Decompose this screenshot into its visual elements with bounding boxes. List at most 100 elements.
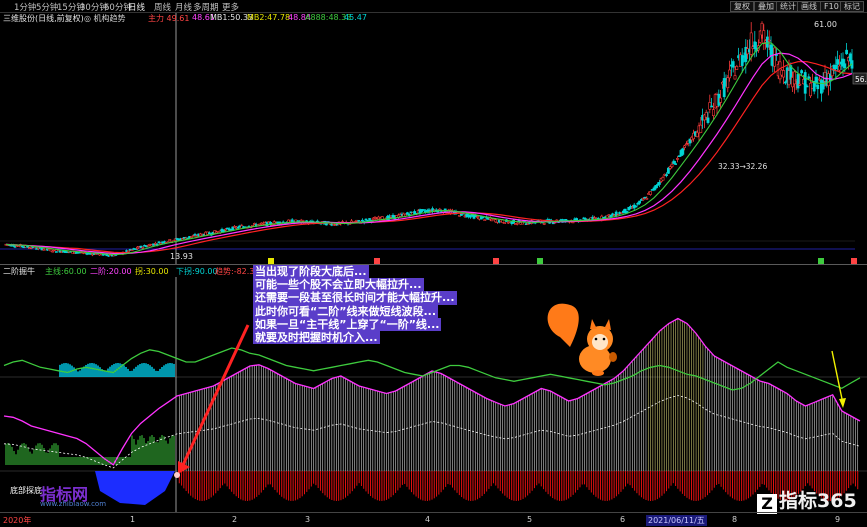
- candle-body: [848, 53, 852, 62]
- blue-trough: [95, 471, 175, 505]
- candle-body: [648, 191, 652, 195]
- candle-body: [54, 251, 58, 253]
- axis-label-9: 9: [835, 515, 841, 524]
- toolbar-button-3[interactable]: 画线: [797, 1, 821, 12]
- candle-body: [814, 76, 818, 84]
- candle-body: [807, 76, 811, 79]
- squirrel-part: [594, 337, 598, 341]
- candle-body: [157, 241, 161, 244]
- candle-body: [837, 65, 841, 71]
- timeframe-tab-5[interactable]: 日线: [128, 1, 145, 13]
- timeframe-tab-8[interactable]: 多周期: [193, 1, 219, 13]
- candle-body: [728, 69, 732, 79]
- candle-body: [638, 200, 642, 204]
- squirrel-part: [602, 337, 606, 341]
- candle-body: [834, 64, 838, 69]
- candle-body: [843, 63, 847, 69]
- low-price-label: 13.93: [170, 252, 193, 261]
- candle-body: [792, 71, 796, 85]
- toolbar-button-0[interactable]: 复权: [730, 1, 754, 12]
- candle-body: [798, 83, 802, 86]
- annotation-line-5: 就要及时把握时机介入...: [253, 331, 380, 345]
- indicator-second-line: 二阶:20.00: [90, 267, 132, 276]
- candle-body: [845, 49, 849, 55]
- candle-body: [782, 70, 786, 78]
- candle-body: [719, 97, 723, 103]
- mid-price-label: 32.33→32.26: [718, 162, 767, 171]
- candle-body: [836, 59, 840, 65]
- axis-label-2: 2: [232, 515, 238, 524]
- time-axis: 2020年 1 2 3 4 5 6 2021/06/11/五 8 9: [0, 512, 867, 527]
- candle-body: [208, 232, 211, 235]
- candle-body: [735, 66, 739, 70]
- candle-body: [191, 235, 195, 237]
- annotation-line-4: 如果一旦“主干线”上穿了“一阶”线...: [253, 317, 442, 332]
- candle-body: [645, 198, 649, 200]
- period-toolbar: 1分钟 5分钟 15分钟 30分钟 60分钟 日线 周线 月线 多周期 更多 复权 叠加 统计 画线 F10…: [0, 0, 867, 13]
- axis-label-6: 6: [620, 515, 626, 524]
- indicator-down-turn: 下拐:90.00: [176, 267, 218, 276]
- timeframe-tab-0[interactable]: 1分钟: [14, 1, 36, 13]
- candle-body: [753, 41, 757, 49]
- candle-body: [193, 234, 197, 236]
- candle-body: [805, 85, 809, 88]
- axis-label-1: 1: [130, 515, 136, 524]
- candle-body: [515, 222, 519, 225]
- candle-body: [672, 160, 676, 164]
- candle-body: [803, 72, 807, 94]
- candle-body: [468, 215, 472, 218]
- squirrel-mascot-icon: [547, 303, 617, 376]
- axis-label-4: 4: [425, 515, 431, 524]
- candle-body: [800, 70, 804, 74]
- axis-label-5: 5: [527, 515, 533, 524]
- timeframe-tab-1[interactable]: 5分钟: [36, 1, 58, 13]
- candle-body: [683, 145, 687, 148]
- candle-body: [681, 148, 685, 155]
- candle-body: [773, 47, 777, 67]
- candle-body: [625, 211, 629, 213]
- timeframe-tab-6[interactable]: 周线: [154, 1, 171, 13]
- stock-title: 三维股份(日线,前复权): [3, 14, 84, 23]
- price-chart[interactable]: 61.0013.9332.33→32.2656.: [0, 13, 867, 265]
- candle-body: [666, 167, 670, 174]
- candle-body: [706, 117, 710, 123]
- indicator-pane-name[interactable]: 二阶掘牛: [3, 266, 35, 277]
- candle-body: [483, 219, 487, 221]
- candle-body: [364, 218, 368, 221]
- yellow-arrow-shaft: [831, 350, 843, 400]
- candle-body: [783, 81, 787, 84]
- candle-body: [733, 75, 737, 80]
- candle-body: [731, 61, 735, 68]
- squirrel-part: [609, 352, 617, 362]
- toolbar-button-5[interactable]: 标记: [840, 1, 864, 12]
- toolbar-button-1[interactable]: 叠加: [754, 1, 778, 12]
- candle-body: [654, 185, 658, 189]
- candle-body: [168, 239, 172, 242]
- candle-body: [357, 220, 361, 222]
- candle-body: [154, 242, 157, 245]
- candle-body: [51, 250, 55, 253]
- candle-body: [661, 177, 665, 181]
- candle-body: [765, 36, 769, 48]
- red-arrow-shaft: [180, 324, 250, 468]
- candle-body: [670, 163, 674, 168]
- candle-body: [373, 217, 377, 219]
- squirrel-part: [590, 319, 597, 329]
- candle-body: [422, 209, 426, 211]
- candle-body: [710, 105, 714, 108]
- squirrel-part: [592, 334, 608, 350]
- squirrel-part: [592, 370, 604, 376]
- ma-main-value: 主力 49.61: [148, 14, 190, 23]
- indicator-main-line: 主线:60.00: [45, 267, 87, 276]
- mb2-value: MB2:47.78: [247, 13, 291, 22]
- candle-body: [674, 163, 678, 165]
- candle-body: [481, 216, 485, 219]
- candle-body: [127, 250, 130, 253]
- logo-text: 指标365: [779, 490, 857, 512]
- candle-body: [657, 182, 661, 185]
- indicator-turn: 拐:30.00: [135, 267, 169, 276]
- candle-body: [726, 77, 730, 89]
- timeframe-tab-9[interactable]: 更多: [222, 1, 239, 13]
- candle-body: [704, 112, 708, 118]
- timeframe-tab-7[interactable]: 月线: [175, 1, 192, 13]
